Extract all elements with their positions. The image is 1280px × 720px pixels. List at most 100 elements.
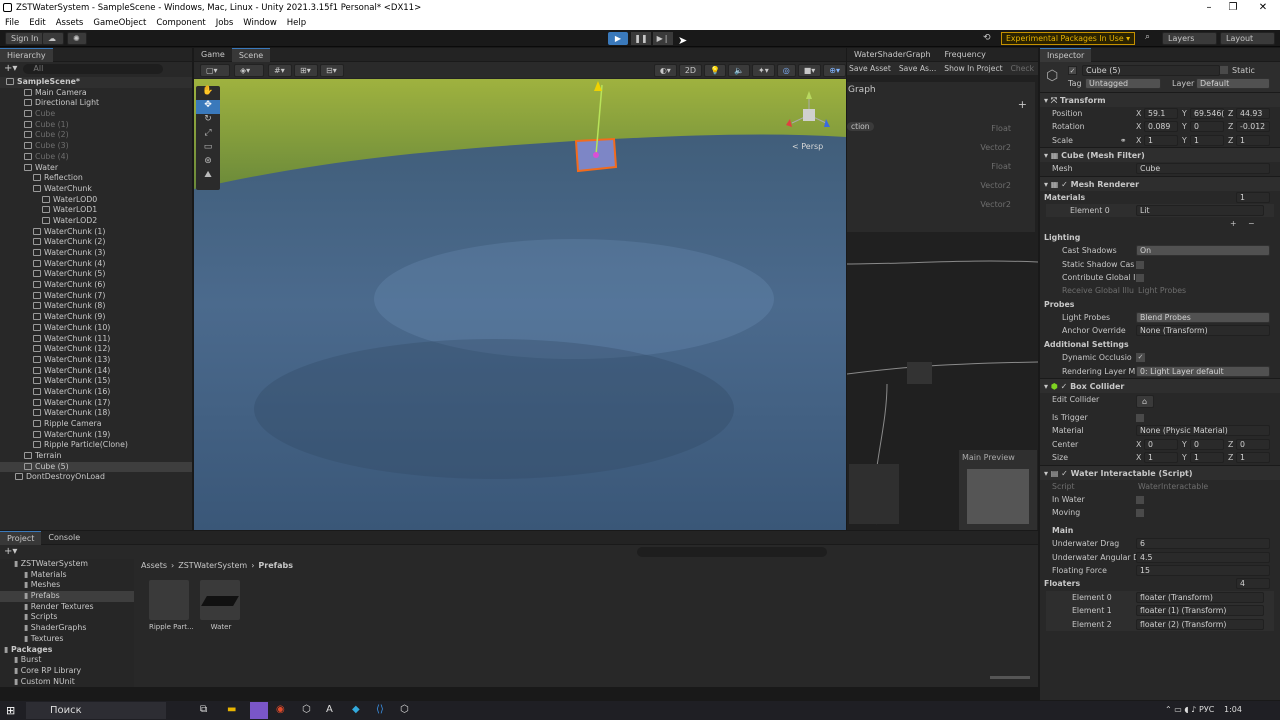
menu-assets[interactable]: Assets xyxy=(56,16,84,30)
audio-toggle-icon[interactable]: 🔈 xyxy=(728,63,750,77)
hierarchy-item[interactable]: Ripple Camera xyxy=(0,419,192,430)
project-folder[interactable]: ▮ Render Textures xyxy=(0,602,134,613)
breadcrumb-prefabs[interactable]: Prefabs xyxy=(258,561,293,570)
minimize-icon[interactable]: – xyxy=(1196,0,1222,16)
scale-tool-icon[interactable]: ⤢ xyxy=(196,128,220,142)
hierarchy-item[interactable]: Reflection xyxy=(0,173,192,184)
hierarchy-item[interactable]: WaterChunk (10) xyxy=(0,323,192,334)
edit-collider-button[interactable]: ⌂ xyxy=(1136,395,1154,409)
hierarchy-item[interactable]: Cube (3) xyxy=(0,141,192,152)
size-z[interactable]: 1 xyxy=(1236,452,1270,464)
tab-scene[interactable]: Scene xyxy=(231,47,271,62)
object-name-field[interactable]: Cube (5) xyxy=(1082,65,1220,76)
tag-dropdown[interactable]: Untagged xyxy=(1085,78,1161,89)
hierarchy-item[interactable]: WaterChunk (15) xyxy=(0,376,192,387)
gizmos-icon[interactable]: ⊕▾ xyxy=(823,63,846,77)
position-z[interactable]: 44.93 xyxy=(1236,108,1270,119)
water-interactable-header[interactable]: ▾ ▤ ✓ Water Interactable (Script) xyxy=(1040,464,1280,480)
hierarchy-item[interactable]: WaterChunk (5) xyxy=(0,269,192,280)
center-y[interactable]: 0 xyxy=(1190,438,1224,450)
move-tool-icon[interactable]: ✥ xyxy=(196,100,220,114)
hierarchy-item[interactable]: WaterChunk (7) xyxy=(0,291,192,302)
hierarchy-item[interactable]: WaterChunk xyxy=(0,184,192,195)
tray-icons[interactable]: ⌃ ▭ ◖ ♪ xyxy=(1165,705,1196,714)
rect-tool-icon[interactable]: ▭ xyxy=(196,142,220,156)
rotate-tool-icon[interactable]: ↻ xyxy=(196,114,220,128)
maximize-icon[interactable]: ❐ xyxy=(1220,0,1246,16)
moving-checkbox[interactable] xyxy=(1136,509,1144,518)
project-folder[interactable]: ▮ Burst xyxy=(0,655,134,666)
asset-water[interactable]: Water xyxy=(200,580,242,631)
hierarchy-item[interactable]: WaterChunk (1) xyxy=(0,227,192,238)
add-property-icon[interactable]: + xyxy=(1018,98,1027,111)
remove-material-icon[interactable]: − xyxy=(1248,217,1255,230)
hierarchy-item[interactable]: WaterChunk (18) xyxy=(0,408,192,419)
rendering-layer-dropdown[interactable]: 0: Light Layer default xyxy=(1136,365,1270,377)
draw-mode-dropdown[interactable]: ▢▾ xyxy=(200,63,230,77)
menu-file[interactable]: File xyxy=(5,16,19,30)
hierarchy-item[interactable]: Cube xyxy=(0,109,192,120)
add-icon[interactable]: +▾ xyxy=(4,63,17,74)
hierarchy-item[interactable]: Ripple Particle(Clone) xyxy=(0,440,192,451)
hierarchy-item[interactable]: Cube (1) xyxy=(0,120,192,131)
mesh-renderer-header[interactable]: ▾ ▦ ✓ Mesh Renderer xyxy=(1040,175,1280,191)
floater-field[interactable]: floater (2) (Transform) xyxy=(1136,618,1264,630)
persp-label[interactable]: < Persp xyxy=(792,142,823,151)
clock[interactable]: 1:04 xyxy=(1224,705,1242,714)
size-x[interactable]: 1 xyxy=(1144,452,1178,464)
language-indicator[interactable]: РУС xyxy=(1199,705,1214,714)
hierarchy-item[interactable]: WaterChunk (2) xyxy=(0,237,192,248)
menu-component[interactable]: Component xyxy=(156,16,205,30)
hierarchy-item[interactable]: DontDestroyOnLoad xyxy=(0,472,192,483)
add-material-icon[interactable]: + xyxy=(1230,217,1237,230)
history-icon[interactable]: ⟲ xyxy=(983,33,991,43)
collab-icon[interactable]: ✺ xyxy=(67,32,87,45)
layers-dropdown[interactable]: Layers xyxy=(1162,32,1217,45)
vscode-icon[interactable]: ⟨⟩ xyxy=(376,704,384,715)
hierarchy-item[interactable]: WaterLOD1 xyxy=(0,205,192,216)
view-options-icon[interactable]: ◈▾ xyxy=(234,63,264,77)
rotation-x[interactable]: 0.089 xyxy=(1144,121,1178,133)
play-button[interactable]: ▶ xyxy=(608,32,628,45)
signin-button[interactable]: Sign In xyxy=(5,32,45,45)
close-icon[interactable]: ✕ xyxy=(1250,0,1276,16)
hierarchy-item[interactable]: WaterChunk (4) xyxy=(0,259,192,270)
custom-tool-icon[interactable]: ⛰ xyxy=(196,170,220,184)
grid-icon[interactable]: #▾ xyxy=(268,63,292,77)
explorer-icon[interactable]: ▬ xyxy=(227,704,236,715)
hierarchy-item[interactable]: WaterChunk (19) xyxy=(0,430,192,441)
show-in-project-button[interactable]: Show In Project xyxy=(944,64,1002,73)
unity-icon[interactable]: ⬡ xyxy=(400,704,409,715)
contribute-gi-checkbox[interactable] xyxy=(1136,273,1144,282)
rotation-y[interactable]: 0 xyxy=(1190,121,1224,133)
hierarchy-item[interactable]: Cube (5) xyxy=(0,461,192,473)
active-checkbox[interactable]: ✓ xyxy=(1068,66,1077,75)
layer-dropdown[interactable]: Default xyxy=(1196,78,1270,89)
box-collider-header[interactable]: ▾ ⬢ ✓ Box Collider xyxy=(1040,378,1280,394)
hierarchy-item[interactable]: WaterChunk (6) xyxy=(0,280,192,291)
light-probes-dropdown[interactable]: Blend Probes xyxy=(1136,312,1270,324)
hierarchy-item[interactable]: WaterChunk (9) xyxy=(0,312,192,323)
hierarchy-item[interactable]: Cube (2) xyxy=(0,130,192,141)
save-as-button[interactable]: Save As... xyxy=(899,64,936,73)
step-button[interactable]: ▶❘ xyxy=(653,32,673,45)
hierarchy-item[interactable]: SampleScene* xyxy=(0,77,192,88)
layout-dropdown[interactable]: Layout xyxy=(1220,32,1275,45)
hierarchy-item[interactable]: WaterChunk (3) xyxy=(0,248,192,259)
menu-jobs[interactable]: Jobs xyxy=(216,16,234,30)
materials-count[interactable]: 1 xyxy=(1236,191,1270,203)
dynamic-occlusion-checkbox[interactable]: ✓ xyxy=(1136,353,1145,363)
app2-icon[interactable]: ◆ xyxy=(352,704,360,715)
unity-hub-icon[interactable]: ⬡ xyxy=(302,704,311,715)
project-folder[interactable]: ▮ Custom NUnit xyxy=(0,677,134,687)
scale-z[interactable]: 1 xyxy=(1236,134,1270,146)
transform-header[interactable]: ▾ ⤧ Transform xyxy=(1040,92,1280,107)
center-z[interactable]: 0 xyxy=(1236,438,1270,450)
snap-icon[interactable]: ⊞▾ xyxy=(294,63,318,77)
underwater-drag-field[interactable]: 6 xyxy=(1136,538,1270,550)
scene-viewport[interactable]: < Persp xyxy=(194,79,846,530)
hierarchy-item[interactable]: Main Camera xyxy=(0,88,192,99)
hierarchy-item[interactable]: WaterChunk (14) xyxy=(0,366,192,377)
is-trigger-checkbox[interactable] xyxy=(1136,414,1144,423)
hierarchy-item[interactable]: WaterChunk (11) xyxy=(0,334,192,345)
